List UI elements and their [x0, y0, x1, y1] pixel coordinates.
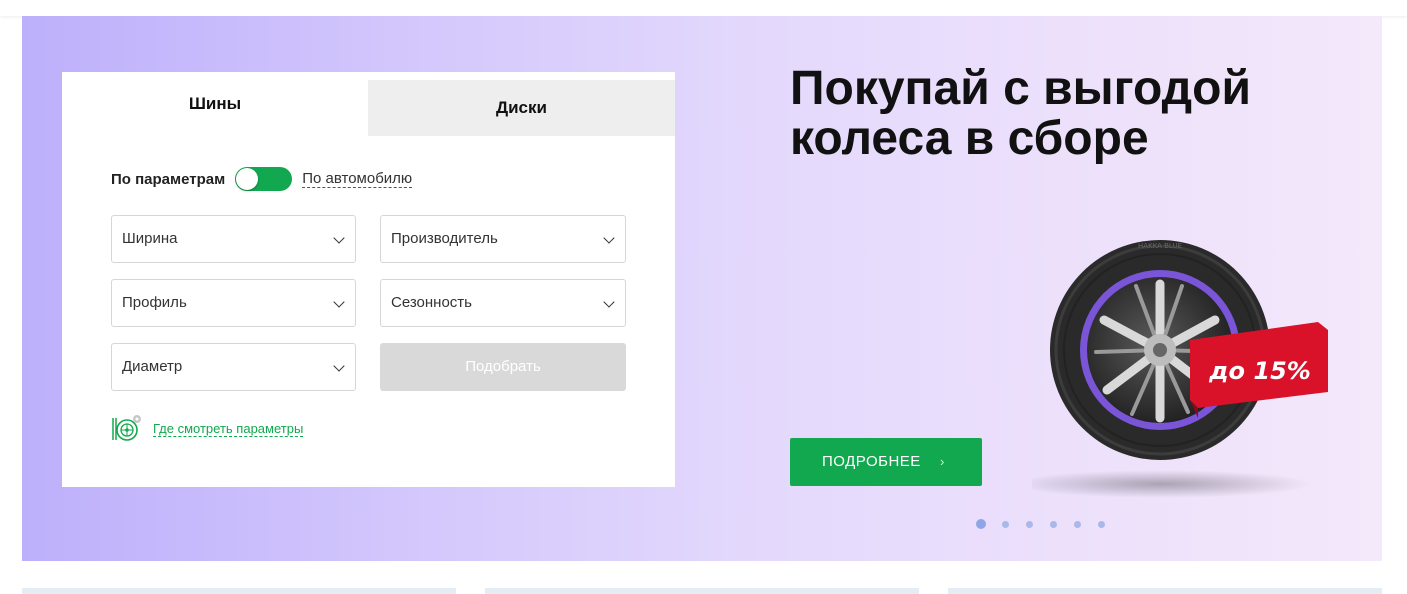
tab-wheels[interactable]: Диски: [368, 80, 675, 136]
mode-by-car-link[interactable]: По автомобилю: [302, 170, 413, 188]
mode-by-params-label[interactable]: По параметрам: [111, 171, 225, 188]
bottom-card-1: [22, 588, 456, 594]
promo-headline-line1: Покупай с выгодой: [790, 62, 1251, 115]
carousel-dot-1[interactable]: [976, 519, 986, 529]
width-select[interactable]: Ширина: [111, 215, 356, 263]
promo-headline-line2: колеса в сборе: [790, 112, 1149, 165]
season-select[interactable]: Сезонность: [380, 279, 626, 327]
manufacturer-select[interactable]: Производитель: [380, 215, 626, 263]
chevron-down-icon: [603, 232, 615, 244]
chevron-down-icon: [333, 232, 345, 244]
more-button-label: ПОДРОБНЕЕ: [822, 453, 921, 470]
diameter-select[interactable]: Диаметр: [111, 343, 356, 391]
promo-headline: Покупай с выгодой колеса в сборе: [790, 64, 1350, 164]
width-select-label: Ширина: [122, 230, 178, 247]
search-mode-toggle[interactable]: [235, 167, 293, 191]
profile-select[interactable]: Профиль: [111, 279, 356, 327]
carousel-dot-6[interactable]: [1098, 520, 1105, 528]
help-params-row: Где смотреть параметры: [111, 414, 304, 444]
carousel-dot-5[interactable]: [1074, 520, 1081, 528]
chevron-down-icon: [333, 360, 345, 372]
chevron-down-icon: [603, 296, 615, 308]
where-to-find-params-link[interactable]: Где смотреть параметры: [153, 421, 304, 437]
bottom-card-2: [485, 588, 919, 594]
find-tires-button[interactable]: Подобрать: [380, 343, 626, 391]
manufacturer-select-label: Производитель: [391, 230, 498, 247]
discount-badge-text: до 15%: [1208, 357, 1311, 385]
carousel-dots: [976, 519, 1122, 529]
carousel-dot-4[interactable]: [1050, 520, 1057, 528]
chevron-right-icon: ›: [940, 454, 945, 469]
search-mode-switch: По параметрам По автомобилю: [111, 166, 413, 192]
carousel-dot-2[interactable]: [1002, 520, 1009, 528]
top-bar: [0, 0, 1407, 16]
toggle-knob: [236, 168, 259, 190]
diameter-select-label: Диаметр: [122, 358, 183, 375]
carousel-dot-3[interactable]: [1026, 520, 1033, 528]
tire-brand-text: HAKKA BLUE: [1138, 242, 1182, 250]
tab-tires[interactable]: Шины: [62, 72, 368, 136]
more-button[interactable]: ПОДРОБНЕЕ ›: [790, 438, 982, 486]
tire-image: HAKKA BLUE до 15%: [1012, 240, 1328, 498]
chevron-down-icon: [333, 296, 345, 308]
tire-params-icon: [112, 415, 141, 441]
profile-select-label: Профиль: [122, 294, 187, 311]
promo-banner: Шины Диски По параметрам По автомобилю Ш…: [22, 16, 1382, 561]
tire-promo-image: HAKKA BLUE до 15%: [1012, 222, 1332, 502]
bottom-card-3: [948, 588, 1382, 594]
season-select-label: Сезонность: [391, 294, 472, 311]
